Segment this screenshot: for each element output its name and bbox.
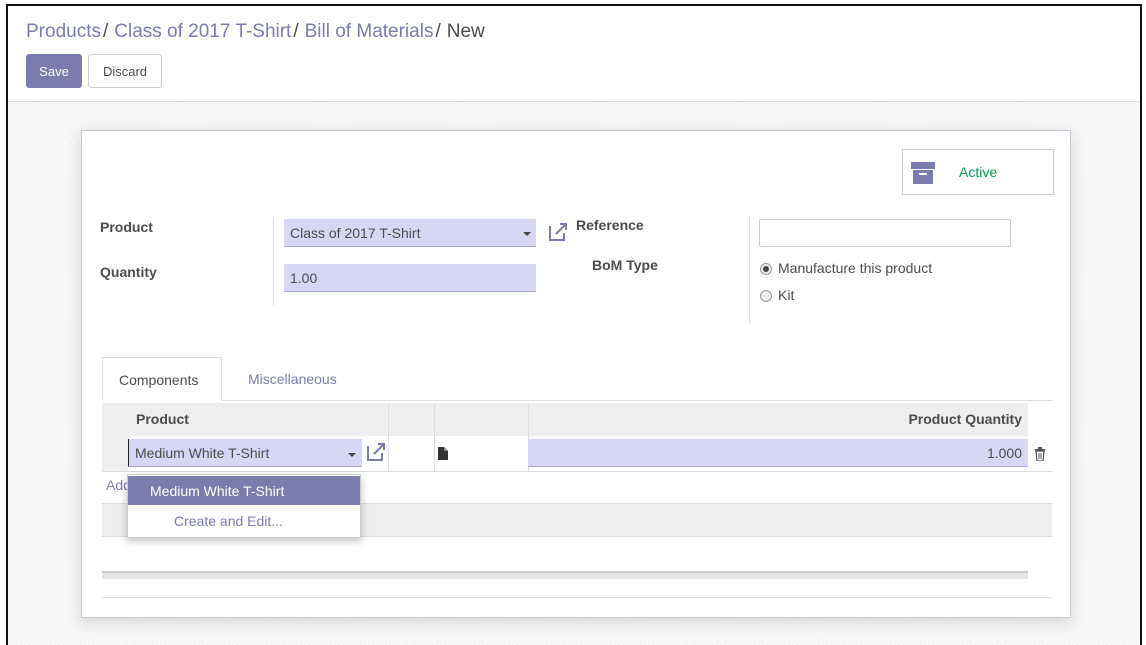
field-divider — [273, 217, 274, 305]
external-link-icon[interactable] — [366, 442, 388, 462]
create-and-edit-item[interactable]: Create and Edit... — [128, 506, 360, 535]
column-header-quantity[interactable]: Product Quantity — [908, 411, 1022, 427]
breadcrumb-separator: / — [102, 21, 109, 42]
component-quantity-value: 1.000 — [986, 445, 1022, 461]
table-row[interactable]: Medium White T-Shirt 1.000 — [102, 436, 1052, 472]
autocomplete-dropdown: Medium White T-Shirt Create and Edit... — [127, 474, 361, 538]
control-panel: Products / Class of 2017 T-Shirt / Bill of M… — [8, 6, 1140, 102]
notebook-tabs: Components Miscellaneous — [102, 357, 1052, 401]
component-product-value: Medium White T-Shirt — [135, 445, 270, 461]
breadcrumb-bom[interactable]: Bill of Materials — [305, 21, 434, 42]
active-label: Active — [959, 164, 998, 180]
field-divider — [749, 217, 750, 323]
bom-type-manufacture-option[interactable]: Manufacture this product — [760, 260, 932, 276]
bom-type-kit-option[interactable]: Kit — [760, 287, 794, 303]
trash-icon[interactable] — [1034, 447, 1046, 461]
chevron-down-icon[interactable] — [348, 453, 356, 457]
bom-type-kit-label: Kit — [778, 287, 795, 303]
bom-type-manufacture-label: Manufacture this product — [778, 260, 933, 276]
external-link-icon[interactable] — [548, 222, 570, 242]
tab-components[interactable]: Components — [102, 357, 222, 401]
tab-miscellaneous[interactable]: Miscellaneous — [232, 357, 353, 401]
file-icon[interactable] — [438, 447, 448, 460]
breadcrumb-product[interactable]: Class of 2017 T-Shirt — [114, 21, 291, 42]
radio-unchecked-icon[interactable] — [760, 290, 772, 302]
product-select-value: Class of 2017 T-Shirt — [290, 225, 421, 241]
chevron-down-icon[interactable] — [523, 232, 531, 236]
archive-icon — [911, 162, 935, 184]
reference-input[interactable] — [759, 219, 1011, 247]
horizontal-scrollbar[interactable] — [102, 571, 1028, 579]
active-toggle-button[interactable]: Active — [902, 149, 1054, 195]
breadcrumb: Products / Class of 2017 T-Shirt / Bill of M… — [26, 21, 485, 43]
quantity-label: Quantity — [100, 264, 157, 280]
column-header-product[interactable]: Product — [136, 411, 189, 427]
quantity-input[interactable]: 1.00 — [284, 264, 536, 292]
component-product-select[interactable]: Medium White T-Shirt — [128, 439, 362, 467]
components-table-header: Product Product Quantity — [102, 403, 1028, 436]
breadcrumb-current: New — [446, 21, 485, 42]
divider — [102, 597, 1052, 598]
form-sheet: Active Product Quantity Class of 2017 T-… — [81, 130, 1071, 618]
radio-checked-icon[interactable] — [760, 263, 772, 275]
save-button[interactable]: Save — [26, 54, 82, 88]
bom-type-label: BoM Type — [592, 257, 658, 273]
component-quantity-input[interactable]: 1.000 — [528, 439, 1028, 467]
product-select[interactable]: Class of 2017 T-Shirt — [284, 219, 536, 247]
dropdown-item[interactable]: Medium White T-Shirt — [128, 476, 360, 505]
breadcrumb-separator: / — [293, 21, 299, 42]
quantity-value: 1.00 — [290, 270, 318, 286]
breadcrumb-products[interactable]: Products — [26, 21, 101, 42]
product-label: Product — [100, 219, 153, 235]
row-handle[interactable] — [102, 436, 128, 471]
discard-button[interactable]: Discard — [88, 54, 162, 88]
breadcrumb-separator: / — [435, 21, 441, 42]
reference-label: Reference — [576, 217, 644, 233]
